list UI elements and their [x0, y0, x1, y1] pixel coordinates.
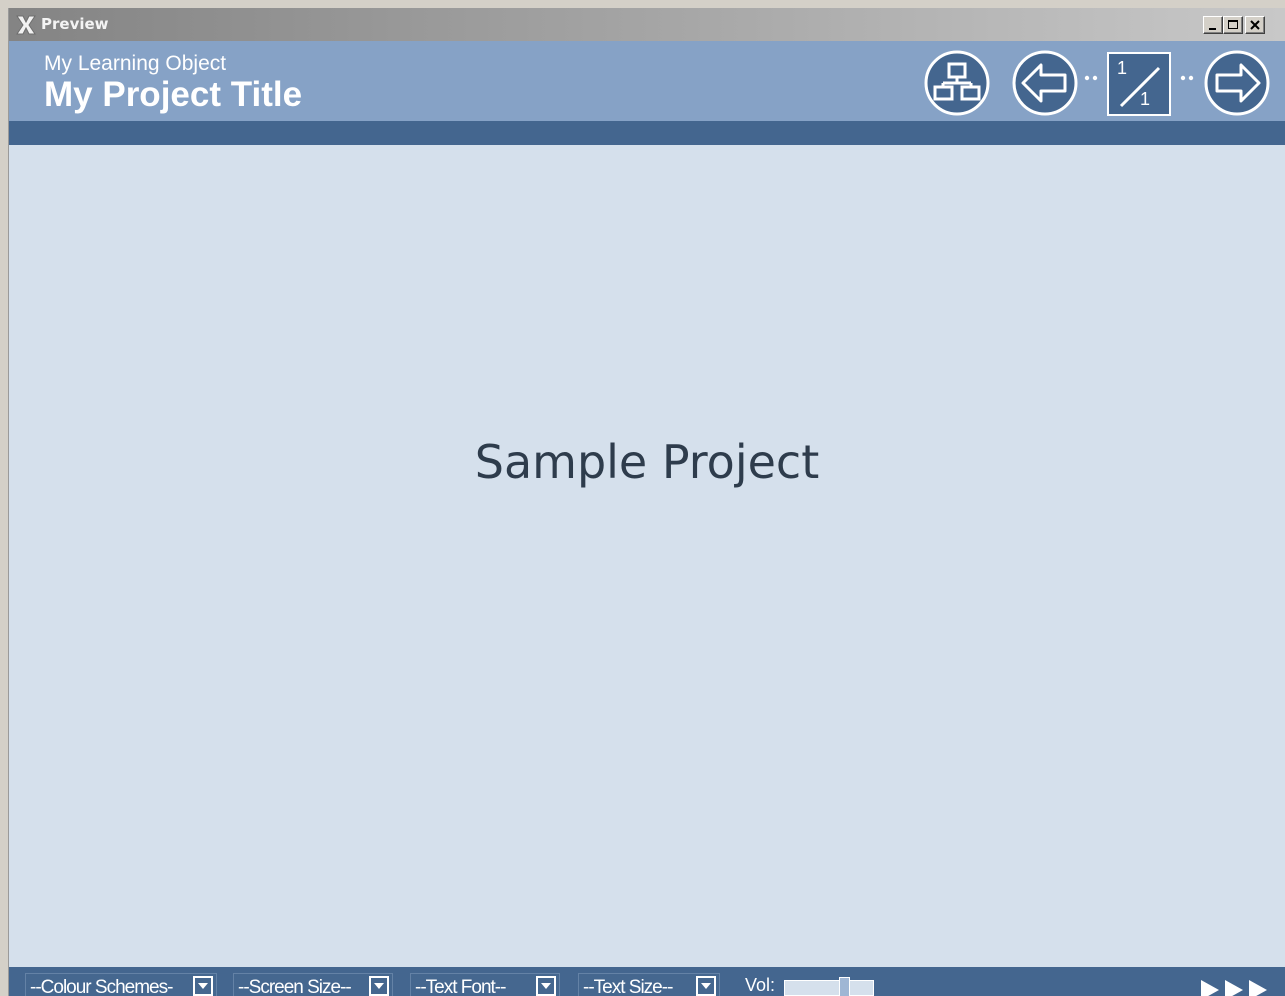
previous-page-button[interactable]: [1011, 49, 1079, 117]
current-page-number: 1: [1117, 58, 1128, 78]
text-font-dropdown[interactable]: --Text Font--: [410, 973, 560, 996]
xerte-x-icon: [16, 15, 36, 35]
maximize-icon: [1228, 20, 1238, 29]
separator-dots: [1180, 75, 1194, 81]
maximize-button[interactable]: [1223, 16, 1243, 34]
separator-dots: [1084, 75, 1098, 81]
page-content: Sample Project: [9, 145, 1285, 967]
content-heading: Sample Project: [474, 435, 820, 489]
footer-toolbar: --Colour Schemes- --Screen Size-- --Text…: [9, 967, 1285, 996]
colour-schemes-dropdown[interactable]: --Colour Schemes-: [25, 973, 217, 996]
project-header: My Learning Object My Project Title 1 1: [9, 41, 1285, 121]
chevron-down-icon[interactable]: [193, 976, 213, 996]
title-bar[interactable]: Preview: [9, 8, 1285, 41]
chevron-down-icon[interactable]: [369, 976, 389, 996]
volume-slider-thumb[interactable]: [839, 977, 850, 996]
text-font-label: --Text Font--: [415, 977, 506, 996]
next-page-button[interactable]: [1203, 49, 1271, 117]
screen-size-dropdown[interactable]: --Screen Size--: [233, 973, 393, 996]
text-size-label: --Text Size--: [583, 977, 673, 996]
chevron-down-icon[interactable]: [696, 976, 716, 996]
project-subtitle: My Learning Object: [44, 52, 227, 75]
project-title: My Project Title: [44, 75, 303, 114]
play-button[interactable]: [1199, 979, 1271, 996]
text-size-dropdown[interactable]: --Text Size--: [578, 973, 720, 996]
close-button[interactable]: [1245, 16, 1265, 34]
triple-play-icon: [1201, 980, 1267, 996]
total-pages-number: 1: [1140, 89, 1151, 109]
close-icon: [1250, 20, 1260, 30]
colour-schemes-label: --Colour Schemes-: [30, 977, 173, 996]
sitemap-button[interactable]: [923, 49, 991, 117]
header-stripe: [9, 121, 1285, 145]
minimize-icon: [1209, 28, 1216, 30]
volume-slider-track[interactable]: [784, 980, 874, 996]
window-title: Preview: [41, 15, 109, 33]
volume-label: Vol:: [745, 975, 776, 995]
screen-size-label: --Screen Size--: [238, 977, 352, 996]
preview-window: Preview My Learning Object My Project Ti…: [8, 8, 1285, 996]
page-counter: 1 1: [1107, 52, 1171, 116]
chevron-down-icon[interactable]: [536, 976, 556, 996]
minimize-button[interactable]: [1203, 16, 1223, 34]
